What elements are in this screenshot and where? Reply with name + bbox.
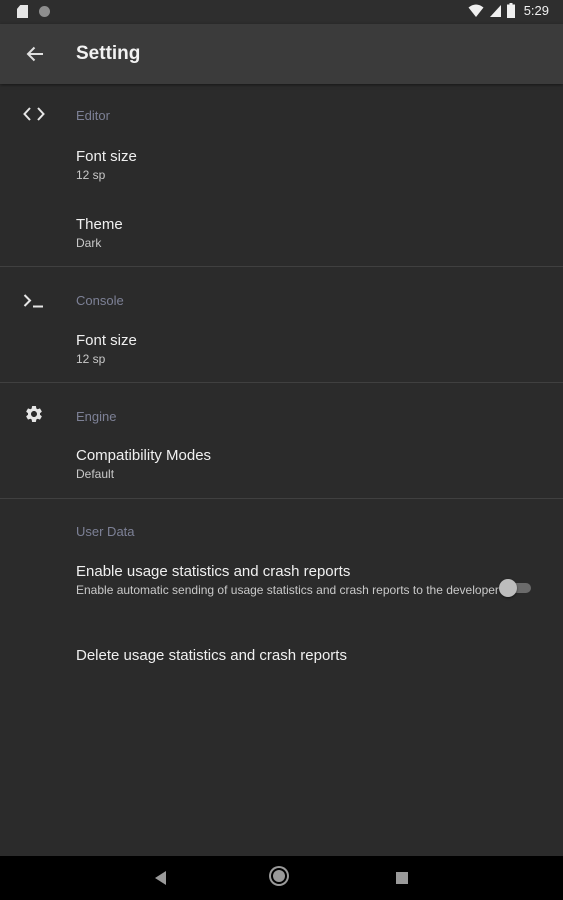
back-button[interactable] (16, 35, 54, 73)
terminal-icon (22, 291, 46, 311)
nav-home-icon[interactable] (273, 870, 285, 882)
status-right: 5:29 (468, 3, 549, 18)
pref-title: Font size (76, 148, 137, 165)
pref-title: Enable usage statistics and crash report… (76, 563, 351, 580)
section-header: User Data (0, 499, 563, 559)
status-left (17, 5, 50, 18)
pref-summary: 12 sp (76, 168, 106, 182)
gear-icon (22, 404, 46, 424)
section-engine: Engine Compatibility Modes Default (0, 383, 563, 499)
pref-summary: 12 sp (76, 352, 106, 366)
settings-list: Editor Font size 12 sp Theme Dark Consol… (0, 84, 563, 699)
section-header: Editor (0, 84, 563, 144)
signal-icon (489, 4, 501, 17)
section-title: Engine (76, 409, 117, 424)
pref-compatibility-modes[interactable]: Compatibility Modes Default (0, 447, 563, 482)
pref-title: Delete usage statistics and crash report… (76, 647, 347, 664)
section-header: Engine (0, 383, 563, 443)
pref-summary: Dark (76, 236, 102, 250)
usage-statistics-toggle[interactable] (499, 579, 531, 597)
section-user-data: User Data Enable usage statistics and cr… (0, 499, 563, 699)
settings-screen: 5:29 Setting Editor Font size 12 sp Them… (0, 0, 563, 900)
code-icon (22, 104, 46, 124)
pref-title: Compatibility Modes (76, 447, 212, 464)
page-title: Setting (76, 43, 141, 64)
pref-title: Theme (76, 216, 123, 233)
pref-delete-usage-statistics[interactable]: Delete usage statistics and crash report… (0, 647, 563, 665)
pref-console-font-size[interactable]: Font size 12 sp (0, 332, 563, 367)
sd-card-icon (17, 5, 28, 18)
toggle-knob (499, 579, 517, 597)
section-console: Console Font size 12 sp (0, 267, 563, 383)
section-title: Editor (76, 108, 110, 123)
circle-icon (39, 6, 50, 17)
battery-icon (506, 3, 515, 18)
pref-summary: Default (76, 467, 115, 481)
wifi-icon (468, 4, 484, 17)
section-header: Console (0, 267, 563, 327)
section-editor: Editor Font size 12 sp Theme Dark (0, 84, 563, 267)
nav-back-icon[interactable] (155, 871, 166, 885)
section-title: Console (76, 293, 124, 308)
pref-title: Font size (76, 332, 137, 349)
pref-editor-font-size[interactable]: Font size 12 sp (0, 148, 563, 183)
status-bar: 5:29 (0, 0, 563, 24)
pref-editor-theme[interactable]: Theme Dark (0, 216, 563, 251)
app-bar: Setting (0, 24, 563, 84)
section-title: User Data (76, 524, 135, 539)
pref-enable-usage-statistics[interactable]: Enable usage statistics and crash report… (0, 563, 563, 598)
arrow-back-icon (26, 46, 43, 62)
pref-summary: Enable automatic sending of usage statis… (76, 583, 499, 597)
nav-recents-icon[interactable] (396, 872, 408, 884)
navigation-bar (0, 856, 563, 900)
status-time: 5:29 (523, 3, 549, 18)
